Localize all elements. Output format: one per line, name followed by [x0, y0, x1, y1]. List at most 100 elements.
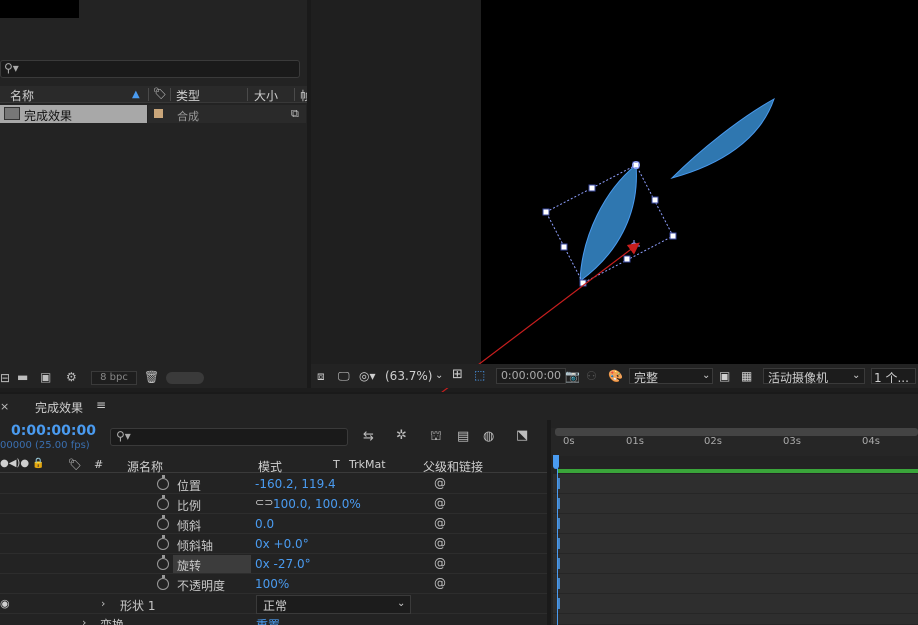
transparency-grid-icon[interactable]: ▦	[741, 369, 752, 383]
column-hash[interactable]: #	[94, 458, 103, 471]
tab-comp-name[interactable]: 完成效果	[35, 399, 83, 416]
frame-rate-display: 00000 (25.00 fps)	[0, 440, 90, 451]
camera-value: 活动摄像机	[768, 371, 829, 385]
search-icon: ⚲▾	[116, 429, 131, 443]
transform-row[interactable]: › 变换 重置	[0, 614, 550, 625]
stopwatch-icon[interactable]	[157, 475, 169, 490]
property-row[interactable]: 比例 ⊂⊃ 100.0, 100.0% @	[0, 494, 550, 514]
chevron-right-icon[interactable]: ›	[101, 597, 105, 610]
property-lane[interactable]	[553, 474, 918, 494]
pick-whip-icon[interactable]: @	[434, 556, 446, 570]
work-area-bar[interactable]	[555, 428, 918, 436]
region-icon[interactable]: ▣	[719, 369, 730, 383]
graph-editor-icon[interactable]: ⬔	[516, 428, 528, 443]
property-row[interactable]: 不透明度 100% @	[0, 574, 550, 594]
ruler-tick: 0s	[563, 436, 575, 447]
always-preview-icon[interactable]: ⧈	[317, 369, 325, 384]
stopwatch-icon[interactable]	[157, 515, 169, 530]
viewer-timecode[interactable]: 0:00:00:00	[496, 368, 566, 384]
ruler-tick: 03s	[783, 436, 801, 447]
color-channels-icon[interactable]: 🎨	[608, 369, 623, 383]
chevron-right-icon[interactable]: ›	[82, 616, 86, 625]
camera-select[interactable]: 活动摄像机 ⌄	[763, 368, 865, 385]
composition-mini-flowchart-icon[interactable]: ⇆	[363, 429, 374, 444]
property-lane[interactable]	[553, 594, 918, 614]
stopwatch-icon[interactable]	[157, 555, 169, 570]
blend-mode-value: 正常	[263, 599, 288, 613]
property-lane[interactable]	[553, 614, 918, 625]
resolution-value: 完整	[634, 371, 659, 385]
timeline-search-input[interactable]: ⚲▾	[110, 428, 348, 446]
petal-shape-2	[670, 97, 775, 179]
chevron-down-icon: ⌄	[702, 370, 711, 381]
property-value[interactable]: 100.0, 100.0%	[273, 497, 361, 511]
snapshot-camera-icon[interactable]: 📷	[565, 369, 580, 383]
property-name: 倾斜	[177, 519, 202, 533]
blend-mode-select[interactable]: 正常 ⌄	[256, 595, 411, 614]
panel-menu-icon[interactable]: ≡	[96, 398, 106, 412]
region-of-interest-icon[interactable]: ⬚	[474, 368, 485, 382]
shy-layers-icon[interactable]: ⛫	[430, 429, 442, 446]
zoom-level[interactable]: (63.7%)	[385, 369, 432, 383]
pick-whip-icon[interactable]: @	[434, 496, 446, 510]
show-snapshot-icon[interactable]: ⚇	[586, 369, 597, 383]
draft-3d-icon[interactable]: ✲	[396, 428, 407, 443]
property-value[interactable]: -160.2, 119.4	[255, 477, 336, 491]
property-row[interactable]: 倾斜 0.0 @	[0, 514, 550, 534]
grid-guide-icon[interactable]: ⊞	[452, 367, 463, 382]
playhead-line	[557, 456, 558, 625]
property-lane[interactable]	[553, 494, 918, 514]
transform-label: 变换	[100, 618, 125, 625]
column-t[interactable]: T	[333, 458, 340, 471]
column-trkmat[interactable]: TrkMat	[349, 458, 386, 471]
pick-whip-icon[interactable]: @	[434, 576, 446, 590]
property-value[interactable]: 0.0	[255, 517, 274, 531]
pick-whip-icon[interactable]: @	[434, 476, 446, 490]
constrain-proportions-icon[interactable]: ⊂⊃	[255, 496, 273, 509]
views-value: 1 个...	[874, 371, 909, 385]
timeline-tab-bar: × 完成效果 ≡	[0, 392, 918, 419]
frame-blending-icon[interactable]: ▤	[457, 429, 469, 444]
chevron-down-icon[interactable]: ⌄	[435, 370, 443, 381]
property-lane[interactable]	[553, 554, 918, 574]
monitor-icon[interactable]: 🖵	[338, 369, 350, 384]
ruler-tick: 01s	[626, 436, 644, 447]
resolution-select[interactable]: 完整 ⌄	[629, 368, 713, 385]
property-value[interactable]: 0x +0.0°	[255, 537, 309, 551]
chevron-down-icon: ⌄	[397, 598, 406, 609]
views-select[interactable]: 1 个...	[871, 368, 916, 385]
stopwatch-icon[interactable]	[157, 495, 169, 510]
ruler-tick: 04s	[862, 436, 880, 447]
property-row[interactable]: 倾斜轴 0x +0.0° @	[0, 534, 550, 554]
time-ruler[interactable]: 0s 01s 02s 03s 04s	[551, 428, 918, 456]
chevron-down-icon: ⌄	[852, 370, 861, 381]
property-name: 不透明度	[177, 579, 226, 593]
property-lane[interactable]	[553, 574, 918, 594]
column-source-name[interactable]: 源名称	[127, 458, 163, 475]
layer-column-header: ●◀)● 🔒 🏷 # 源名称 模式 T TrkMat 父级和链接	[0, 457, 550, 475]
label-tag-icon[interactable]: 🏷	[68, 458, 82, 471]
petal-shape-1	[579, 164, 637, 283]
property-lane[interactable]	[553, 534, 918, 554]
property-lane[interactable]	[553, 514, 918, 534]
playhead-handle[interactable]	[553, 455, 559, 469]
property-value[interactable]: 100%	[255, 577, 289, 591]
stopwatch-icon[interactable]	[157, 535, 169, 550]
column-parent[interactable]: 父级和链接	[423, 458, 483, 475]
close-icon[interactable]: ×	[0, 400, 9, 413]
mask-icon[interactable]: ◎▾	[359, 369, 376, 383]
pick-whip-icon[interactable]: @	[434, 516, 446, 530]
motion-blur-icon[interactable]: ◍	[483, 429, 494, 444]
property-row[interactable]: 位置 -160.2, 119.4 @	[0, 474, 550, 494]
property-name: 比例	[177, 499, 202, 513]
stopwatch-icon[interactable]	[157, 575, 169, 590]
layer-duration-bar[interactable]	[557, 469, 918, 473]
eye-icon[interactable]: ◉	[0, 597, 10, 610]
property-value[interactable]: 0x -27.0°	[255, 557, 311, 571]
pick-whip-icon[interactable]: @	[434, 536, 446, 550]
property-name: 倾斜轴	[177, 539, 214, 553]
column-mode[interactable]: 模式	[258, 458, 282, 475]
current-time-display[interactable]: 0:00:00:00	[11, 423, 96, 439]
reset-link[interactable]: 重置	[256, 616, 280, 625]
property-row-selected[interactable]: 旋转 0x -27.0° @	[0, 554, 550, 574]
